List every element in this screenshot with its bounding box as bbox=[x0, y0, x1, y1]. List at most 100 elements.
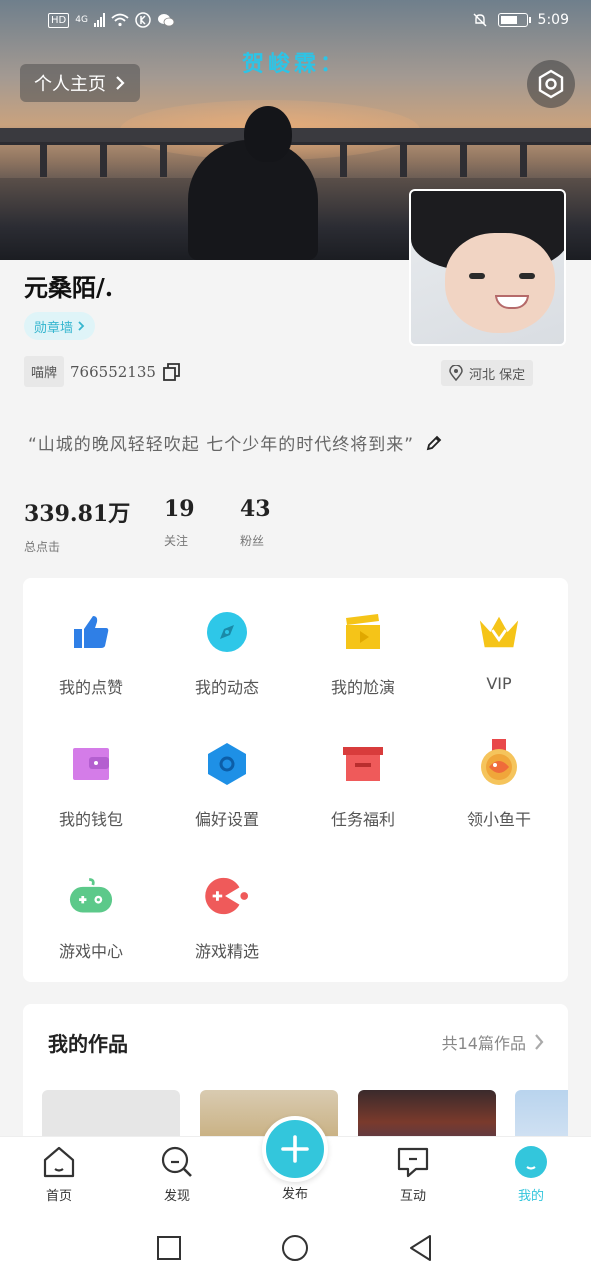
wechat-icon bbox=[157, 14, 175, 27]
nav-label: 发布 bbox=[281, 1187, 308, 1202]
edit-pen-icon[interactable] bbox=[424, 433, 444, 453]
badge-wall-button[interactable]: 勋章墙 bbox=[24, 312, 96, 340]
k-app-icon bbox=[135, 12, 151, 28]
bridge-pillar bbox=[460, 145, 467, 177]
copy-icon[interactable] bbox=[162, 362, 182, 382]
mute-bell-icon bbox=[473, 13, 487, 27]
nav-label: 我的 bbox=[517, 1189, 544, 1204]
id-tag: 喵牌 bbox=[24, 356, 65, 387]
personal-homepage-label: 个人主页 bbox=[34, 74, 106, 95]
feature-vip[interactable]: VIP bbox=[431, 582, 567, 702]
avatar[interactable] bbox=[409, 189, 566, 346]
signature-text: “山城的晚风轻轻吹起 七个少年的时代终将到来” bbox=[28, 435, 415, 455]
avatar-eye bbox=[519, 273, 535, 279]
clapperboard-icon bbox=[346, 614, 380, 649]
crown-icon bbox=[479, 616, 519, 648]
network-gen-label: 4G bbox=[75, 15, 88, 25]
publish-button[interactable] bbox=[262, 1116, 328, 1182]
status-time: 5:09 bbox=[537, 12, 569, 28]
feature-label: 任务福利 bbox=[330, 810, 395, 829]
avatar-eye bbox=[469, 273, 485, 279]
feature-preferences[interactable]: 偏好设置 bbox=[159, 714, 295, 834]
profile-icon bbox=[515, 1146, 547, 1178]
wallet-icon bbox=[73, 748, 109, 780]
feature-game-center[interactable]: 游戏中心 bbox=[23, 846, 159, 966]
stat-label: 总点击 bbox=[24, 540, 61, 554]
banner-bridge bbox=[0, 128, 591, 142]
network-type-badge: HD bbox=[48, 12, 70, 28]
works-title: 我的作品 bbox=[48, 1032, 128, 1056]
feature-collect-fish[interactable]: 领小鱼干 bbox=[431, 714, 567, 834]
wifi-icon bbox=[111, 13, 129, 27]
stat-fans[interactable]: 43 粉丝 bbox=[240, 496, 316, 555]
battery-icon bbox=[497, 13, 531, 27]
nav-interact[interactable]: 互动 bbox=[373, 1145, 453, 1204]
discover-search-icon bbox=[161, 1146, 192, 1177]
bridge-pillar bbox=[340, 145, 347, 177]
personal-homepage-button[interactable]: 个人主页 bbox=[20, 64, 140, 102]
message-icon bbox=[397, 1147, 429, 1178]
feature-my-performance[interactable]: 我的尬演 bbox=[295, 582, 431, 702]
triangle-back-icon bbox=[410, 1235, 431, 1261]
feature-game-picks[interactable]: 游戏精选 bbox=[159, 846, 295, 966]
feature-my-posts[interactable]: 我的动态 bbox=[159, 582, 295, 702]
recent-apps-button[interactable] bbox=[155, 1234, 183, 1262]
circle-icon bbox=[282, 1235, 308, 1261]
nav-discover[interactable]: 发现 bbox=[137, 1145, 217, 1204]
feature-task-rewards[interactable]: 任务福利 bbox=[295, 714, 431, 834]
status-bar: HD 4G 5:09 bbox=[0, 0, 591, 42]
bridge-pillar bbox=[520, 145, 527, 177]
signal-icon bbox=[93, 13, 105, 27]
nav-mine[interactable]: 我的 bbox=[491, 1145, 571, 1204]
feature-label: 领小鱼干 bbox=[466, 810, 531, 829]
feature-label: 我的点赞 bbox=[58, 678, 123, 697]
stats-row: 339.81万 总点击 19 关注 43 粉丝 bbox=[24, 496, 316, 555]
bridge-pillar bbox=[160, 145, 167, 177]
stat-value: 19 bbox=[164, 496, 195, 522]
feature-label: 我的动态 bbox=[194, 678, 259, 697]
gift-box-icon bbox=[343, 747, 383, 781]
feature-grid: 我的点赞 我的动态 我的尬演 VIP 我的钱包 偏好设置 任务福利 领小鱼干 游… bbox=[23, 578, 568, 982]
plus-icon bbox=[281, 1135, 309, 1163]
gamepad-icon bbox=[69, 878, 113, 913]
home-icon bbox=[43, 1146, 75, 1178]
home-system-button[interactable] bbox=[281, 1234, 309, 1262]
nav-home[interactable]: 首页 bbox=[19, 1145, 99, 1204]
works-count-label: 共14篇作品 bbox=[441, 1034, 526, 1053]
banner-bridge-rail bbox=[0, 142, 591, 145]
chevron-right-icon bbox=[78, 321, 85, 331]
feature-label: 游戏中心 bbox=[58, 942, 123, 961]
works-count-link[interactable]: 共14篇作品 bbox=[442, 1030, 544, 1054]
badge-wall-label: 勋章墙 bbox=[34, 320, 74, 336]
avatar-face bbox=[445, 233, 555, 333]
feature-label: 偏好设置 bbox=[194, 810, 259, 829]
location-pin-icon bbox=[449, 365, 463, 381]
chevron-right-icon bbox=[535, 1034, 544, 1050]
profile-page: HD 4G 5:09 个人主页 贺峻霖： 元桑陌/. 勋章墙 喵牌 766552… bbox=[0, 0, 591, 1280]
bridge-pillar bbox=[400, 145, 407, 177]
settings-button[interactable] bbox=[527, 60, 575, 108]
nav-label: 互动 bbox=[399, 1189, 426, 1204]
system-nav-bar bbox=[0, 1216, 591, 1280]
stat-clicks[interactable]: 339.81万 总点击 bbox=[24, 496, 164, 555]
nav-label: 首页 bbox=[45, 1189, 72, 1204]
medal-icon bbox=[481, 739, 517, 785]
feature-label: 游戏精选 bbox=[194, 942, 259, 961]
bridge-pillar bbox=[100, 145, 107, 177]
feature-wallet[interactable]: 我的钱包 bbox=[23, 714, 159, 834]
chevron-right-icon bbox=[116, 76, 125, 90]
feature-label: VIP bbox=[486, 674, 512, 693]
stat-value: 339.81万 bbox=[24, 501, 131, 527]
feature-label: 我的尬演 bbox=[330, 678, 395, 697]
id-row: 喵牌 766552135 bbox=[24, 356, 182, 387]
banner-person-head bbox=[244, 106, 292, 162]
feature-my-likes[interactable]: 我的点赞 bbox=[23, 582, 159, 702]
location-badge: 河北 保定 bbox=[441, 360, 534, 386]
banner-title: 贺峻霖： bbox=[242, 52, 347, 77]
back-button[interactable] bbox=[407, 1234, 435, 1262]
user-id: 766552135 bbox=[70, 362, 156, 381]
nav-label: 发现 bbox=[163, 1189, 190, 1204]
stat-label: 关注 bbox=[164, 534, 189, 548]
hexagon-gear-icon bbox=[208, 743, 246, 785]
stat-following[interactable]: 19 关注 bbox=[164, 496, 240, 555]
